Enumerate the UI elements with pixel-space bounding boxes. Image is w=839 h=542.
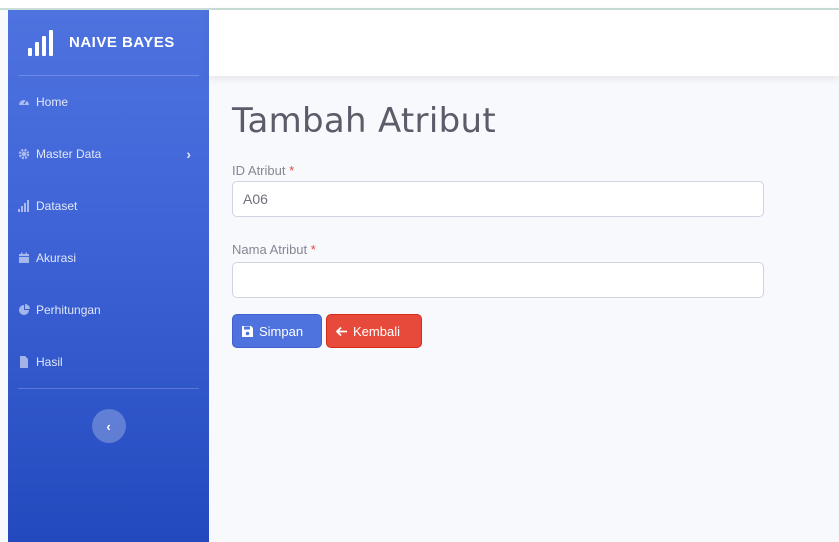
signal-bars-logo-icon [28,29,53,56]
required-mark: * [289,163,295,178]
id-atribut-label: ID Atribut * [232,163,294,178]
top-border [0,0,839,10]
sidebar: NAIVE BAYES Home Master Data › Dataset A… [8,10,209,542]
sidebar-item-akurasi[interactable]: Akurasi [8,232,209,284]
sidebar-item-label: Hasil [36,355,63,369]
nama-atribut-input[interactable] [232,262,764,298]
input-value: A06 [243,191,268,207]
save-button-label: Simpan [259,323,304,339]
sidebar-item-hasil[interactable]: Hasil [8,336,209,388]
back-button[interactable]: Kembali [326,314,422,348]
sidebar-divider [18,388,199,389]
required-mark: * [310,242,316,257]
save-button[interactable]: Simpan [232,314,322,348]
chevron-left-icon: ‹ [106,418,111,434]
arrow-left-icon [335,325,348,338]
calendar-icon [18,252,30,264]
sidebar-item-label: Akurasi [36,251,77,265]
page-title: Tambah Atribut [232,101,496,141]
floppy-disk-icon [241,325,254,338]
file-icon [18,356,30,368]
sidebar-nav: Home Master Data › Dataset Akurasi Perhi… [8,76,209,388]
id-atribut-input[interactable]: A06 [232,181,764,217]
chevron-right-icon: › [186,146,191,162]
sidebar-item-home[interactable]: Home [8,76,209,128]
sidebar-item-dataset[interactable]: Dataset [8,180,209,232]
field-label-text: Nama Atribut [232,242,308,257]
sidebar-item-perhitungan[interactable]: Perhitungan [8,284,209,336]
back-button-label: Kembali [353,323,400,339]
sidebar-item-label: Perhitungan [36,303,101,317]
sidebar-brand[interactable]: NAIVE BAYES [18,10,199,76]
field-label-text: ID Atribut [232,163,286,178]
sidebar-item-label: Master Data [36,147,102,161]
tachometer-icon [18,96,30,108]
pie-chart-icon [18,304,30,316]
sidebar-item-master-data[interactable]: Master Data › [8,128,209,180]
main-content: Tambah Atribut ID Atribut * A06 Nama Atr… [209,76,839,542]
gear-icon [18,148,30,160]
sidebar-item-label: Dataset [36,199,78,213]
topbar [209,10,839,76]
brand-name: NAIVE BAYES [69,34,175,51]
sidebar-item-label: Home [36,95,69,109]
nama-atribut-label: Nama Atribut * [232,242,316,257]
sidebar-toggle-button[interactable]: ‹ [91,409,126,443]
signal-bars-icon [18,200,30,212]
